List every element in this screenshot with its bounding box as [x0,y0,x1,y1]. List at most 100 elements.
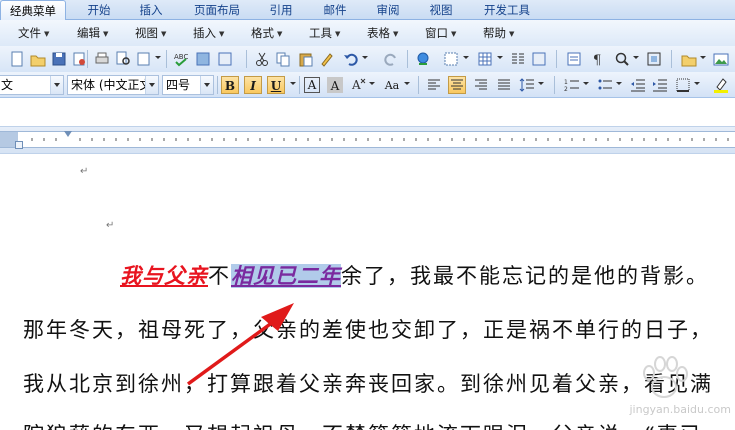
justify-icon[interactable] [495,76,513,94]
chevron-down-icon: ▼ [393,30,399,38]
drawing-icon[interactable] [530,50,548,68]
print-icon[interactable] [93,50,111,68]
columns-icon[interactable] [509,50,527,68]
cut-icon[interactable] [253,50,271,68]
tables-borders-icon[interactable] [442,50,460,68]
title-rest-text[interactable]: 余了，我最不能忘记的是他的背影。 [341,264,709,288]
tab-page-layout[interactable]: 页面布局 [184,0,250,20]
menu-view[interactable]: 视图 ▼ [135,25,166,41]
translate-icon[interactable] [216,50,234,68]
tab-classic-menu[interactable]: 经典菜单 [0,0,66,21]
chevron-down-icon[interactable] [497,56,503,59]
menu-table[interactable]: 表格 ▼ [367,25,398,41]
full-screen-icon[interactable] [645,50,663,68]
show-formatting-icon[interactable]: ¶ [589,50,607,68]
permission-icon[interactable] [70,50,88,68]
chevron-down-icon[interactable] [463,56,469,59]
highlight-icon[interactable] [712,76,730,94]
chevron-down-icon[interactable] [369,82,375,85]
tab-review[interactable]: 审阅 [367,0,409,20]
character-border-button[interactable]: A [304,77,320,93]
first-line-indent-marker[interactable] [64,131,72,137]
chevron-down-icon[interactable] [290,82,296,85]
chevron-down-icon[interactable] [200,76,213,94]
research-icon[interactable] [194,50,212,68]
tab-home[interactable]: 开始 [78,0,120,20]
print-preview-icon[interactable] [114,50,132,68]
tab-mailings[interactable]: 邮件 [314,0,356,20]
zoom-icon[interactable] [613,50,631,68]
folder-icon[interactable] [680,50,698,68]
new-document-icon[interactable] [8,50,26,68]
decrease-indent-icon[interactable] [629,76,647,94]
chevron-down-icon[interactable] [50,76,63,94]
tab-view[interactable]: 视图 [420,0,462,20]
menu-label: 编辑 [77,26,100,40]
menu-window[interactable]: 窗口 ▼ [425,25,456,41]
horizontal-ruler[interactable] [0,131,735,148]
document-map-icon[interactable] [565,50,583,68]
document-page[interactable]: ↵ ↵ 我与父亲不相见已二年余了，我最不能忘记的是他的背影。 那年冬天，祖母死了… [0,156,735,430]
picture-icon[interactable] [712,50,730,68]
chevron-down-icon[interactable] [694,82,700,85]
chevron-down-icon[interactable] [362,56,368,59]
align-center-icon[interactable] [448,76,466,94]
menu-help[interactable]: 帮助 ▼ [483,25,514,41]
chevron-down-icon[interactable] [145,76,158,94]
font-dropdown[interactable]: 宋体 (中文正文 [67,75,159,95]
body-line-4[interactable]: 院狼藉的东西，又想起祖母，不禁簌簌地流下眼泪。父亲说，“事已 [23,419,703,430]
body-line-3[interactable]: 我从北京到徐州，打算跟着父亲奔丧回家。到徐州见着父亲，看见满 [23,368,713,398]
tab-references[interactable]: 引用 [260,0,302,20]
toolbar-separator [556,50,557,68]
bold-button[interactable]: B [221,76,239,94]
chevron-down-icon[interactable] [404,82,410,85]
undo-icon[interactable] [342,50,360,68]
left-indent-marker[interactable] [15,141,23,149]
format-painter-icon[interactable] [318,50,336,68]
italic-button[interactable]: I [244,76,262,94]
formatting-toolbar: 文 宋体 (中文正文 四号 B I U A A A Aa 12 [0,72,735,98]
change-case-button[interactable]: Aa [380,76,404,94]
selected-text[interactable]: 相见已二年 [231,263,341,288]
ribbon-tab-bar: 经典菜单 开始 插入 页面布局 引用 邮件 审阅 视图 开发工具 [0,0,735,21]
align-right-icon[interactable] [472,76,490,94]
outside-border-icon[interactable] [674,76,692,94]
tab-insert[interactable]: 插入 [130,0,172,20]
numbering-icon[interactable]: 12 [563,76,581,94]
paste-icon[interactable] [297,50,315,68]
chevron-down-icon[interactable] [700,56,706,59]
tab-developer[interactable]: 开发工具 [474,0,540,20]
save-icon[interactable] [50,50,68,68]
bullets-icon[interactable] [596,76,614,94]
menu-edit[interactable]: 编辑 ▼ [77,25,108,41]
paragraph-mark: ↵ [106,220,115,231]
align-left-icon[interactable] [425,76,443,94]
title-red-text[interactable]: 我与父亲 [120,263,208,288]
title-line[interactable]: 我与父亲不相见已二年余了，我最不能忘记的是他的背影。 [120,260,709,290]
title-text[interactable]: 不 [208,264,231,288]
character-shading-button[interactable]: A [327,77,343,93]
style-dropdown[interactable]: 文 [0,75,64,95]
line-spacing-icon[interactable] [518,76,536,94]
increase-indent-icon[interactable] [651,76,669,94]
menu-file[interactable]: 文件 ▼ [18,25,49,41]
insert-table-icon[interactable] [476,50,494,68]
spelling-icon[interactable]: ABC [172,50,190,68]
copy-icon[interactable] [274,50,292,68]
redo-icon[interactable] [382,50,400,68]
body-line-2[interactable]: 那年冬天，祖母死了，父亲的差使也交卸了，正是祸不单行的日子， [23,314,713,344]
page-setup-icon[interactable] [135,50,153,68]
chevron-down-icon[interactable] [538,82,544,85]
menu-tools[interactable]: 工具 ▼ [309,25,340,41]
hyperlink-icon[interactable] [414,50,432,68]
menu-insert[interactable]: 插入 ▼ [193,25,224,41]
chevron-down-icon[interactable] [616,82,622,85]
chevron-down-icon[interactable] [633,56,639,59]
text-effects-icon[interactable]: A [350,76,368,94]
open-folder-icon[interactable] [29,50,47,68]
menu-format[interactable]: 格式 ▼ [251,25,282,41]
underline-button[interactable]: U [267,76,285,94]
chevron-down-icon[interactable] [155,56,161,59]
chevron-down-icon[interactable] [583,82,589,85]
font-size-dropdown[interactable]: 四号 [162,75,214,95]
